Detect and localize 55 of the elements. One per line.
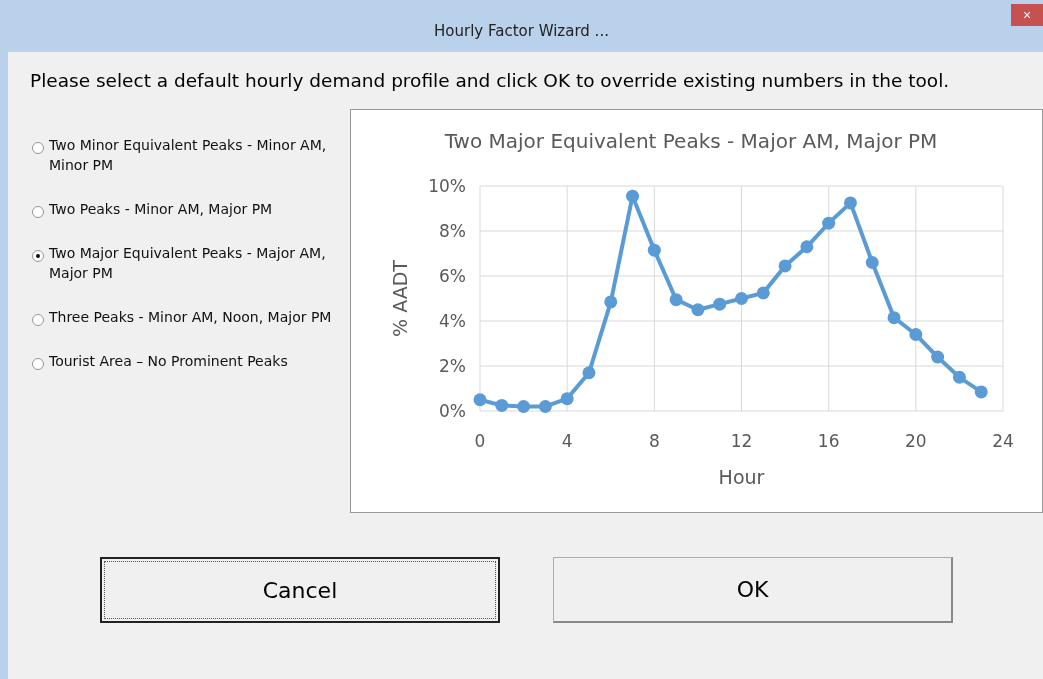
radio-option[interactable]: Two Peaks - Minor AM, Major PM (32, 199, 350, 219)
instruction-text: Please select a default hourly demand profile and click OK to override existing numbers in the tool. (29, 69, 951, 91)
data-point (931, 350, 945, 364)
data-point (974, 385, 988, 399)
radio-button[interactable] (32, 206, 44, 218)
y-tick-label: 4% (439, 311, 466, 331)
data-point (843, 196, 857, 210)
x-tick-label: 4 (561, 431, 573, 451)
radio-option[interactable]: Two Major Equivalent Peaks - Major AM, Major PM (32, 243, 350, 283)
data-point (560, 392, 574, 406)
window-title: Hourly Factor Wizard ... (434, 22, 609, 40)
data-point (691, 303, 705, 317)
data-point (713, 297, 727, 311)
x-tick-label: 16 (817, 431, 840, 451)
x-tick-label: 12 (730, 431, 753, 451)
data-point (800, 240, 814, 254)
data-point (952, 370, 966, 384)
radio-option[interactable]: Three Peaks - Minor AM, Noon, Major PM (32, 307, 350, 327)
y-tick-label: 6% (439, 266, 466, 286)
y-tick-label: 8% (439, 221, 466, 241)
data-point (626, 189, 640, 203)
data-point (756, 286, 770, 300)
radio-button[interactable] (32, 358, 44, 370)
y-axis-title: % AADT (389, 260, 411, 337)
close-button[interactable]: × (1011, 4, 1043, 26)
data-point (778, 259, 792, 273)
radio-button[interactable] (32, 314, 44, 326)
data-point (582, 366, 596, 380)
x-tick-label: 8 (648, 431, 660, 451)
x-tick-label: 24 (992, 431, 1014, 451)
ok-button[interactable]: OK (553, 557, 953, 623)
data-point (909, 328, 923, 341)
y-tick-label: 2% (439, 356, 466, 376)
radio-button[interactable] (32, 142, 44, 154)
data-point (865, 256, 879, 269)
data-point (735, 292, 748, 305)
data-point (538, 400, 552, 413)
x-tick-label: 0 (474, 431, 486, 451)
data-point (473, 393, 487, 407)
data-point (647, 243, 661, 257)
radio-option[interactable]: Two Minor Equivalent Peaks - Minor AM, Minor PM (32, 135, 350, 175)
data-point (517, 400, 531, 413)
cancel-button[interactable]: Cancel (100, 557, 500, 623)
data-point (822, 216, 836, 230)
y-tick-label: 0% (439, 401, 466, 421)
radio-button[interactable] (32, 250, 44, 262)
data-point (495, 398, 509, 412)
data-point (887, 311, 901, 325)
data-point (604, 295, 618, 309)
data-point (669, 293, 683, 307)
y-tick-label: 10% (428, 176, 466, 196)
x-axis-title: Hour (718, 466, 765, 488)
radio-option[interactable]: Tourist Area – No Prominent Peaks (32, 351, 350, 371)
chart-title: Two Major Equivalent Peaks - Major AM, Major PM (444, 129, 938, 153)
x-tick-label: 20 (905, 431, 927, 451)
